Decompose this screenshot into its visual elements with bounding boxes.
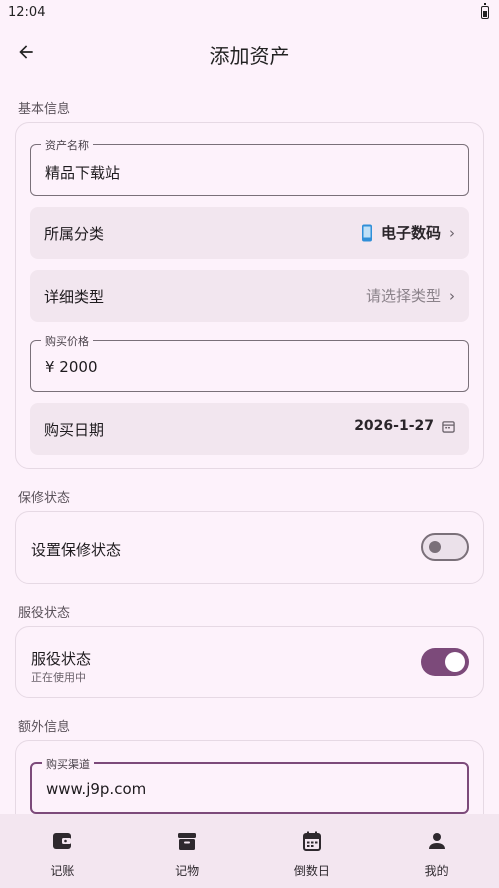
asset-name-value: 精品下载站 (45, 164, 121, 182)
service-card: 服役状态 正在使用中 (15, 626, 484, 698)
detail-type-row[interactable]: 详细类型 请选择类型 › (30, 270, 469, 322)
category-value: 电子数码 (380, 224, 441, 242)
warranty-switch-label: 设置保修状态 (31, 541, 122, 559)
purchase-date-value: 2026-1-27 (354, 418, 434, 434)
service-switch-label: 服役状态 (31, 650, 92, 668)
section-label-warranty: 保修状态 (18, 491, 71, 506)
detail-type-placeholder: 请选择类型 (365, 287, 441, 305)
calendar-icon (442, 420, 455, 433)
nav-label: 记物 (175, 864, 200, 878)
nav-item-profile[interactable]: 我的 (374, 814, 499, 888)
section-label-extra-info: 额外信息 (18, 720, 71, 735)
detail-type-label: 详细类型 (44, 288, 105, 306)
asset-name-label: 资产名称 (41, 137, 93, 153)
purchase-channel-label: 购买渠道 (42, 756, 94, 772)
person-icon (428, 833, 445, 849)
asset-name-field[interactable]: 资产名称 精品下载站 (30, 137, 469, 196)
purchase-channel-value: www.j9p.com (46, 780, 147, 798)
nav-label: 记账 (50, 864, 75, 878)
warranty-toggle[interactable] (421, 533, 469, 561)
status-bar: 12:04 (0, 0, 499, 24)
toggle-knob (445, 652, 465, 672)
wallet-icon (53, 833, 72, 849)
category-label: 所属分类 (44, 225, 105, 243)
purchase-date-row[interactable]: 购买日期 2026-1-27 (30, 403, 469, 455)
chevron-right-icon: › (449, 286, 455, 305)
smartphone-icon (361, 224, 372, 241)
nav-item-items[interactable]: 记物 (125, 814, 250, 888)
status-time: 12:04 (8, 4, 46, 20)
purchase-date-label: 购买日期 (44, 421, 105, 439)
bottom-navigation: 记账 记物 倒数日 我的 (0, 814, 499, 888)
price-label: 购买价格 (41, 333, 93, 349)
nav-item-bookkeeping[interactable]: 记账 (0, 814, 125, 888)
warranty-card: 设置保修状态 (15, 511, 484, 584)
nav-label: 倒数日 (293, 864, 330, 878)
archive-box-icon (178, 832, 197, 850)
section-label-service: 服役状态 (18, 606, 71, 621)
category-row[interactable]: 所属分类 电子数码 › (30, 207, 469, 259)
section-label-basic-info: 基本信息 (18, 102, 71, 117)
service-sub-label: 正在使用中 (31, 671, 86, 684)
page-title: 添加资产 (209, 44, 290, 68)
service-toggle[interactable] (421, 648, 469, 676)
toggle-knob (429, 541, 441, 553)
chevron-right-icon: › (449, 223, 455, 242)
price-value: ¥ 2000 (45, 358, 98, 376)
battery-icon (481, 2, 489, 19)
price-field[interactable]: 购买价格 ¥ 2000 (30, 333, 469, 392)
nav-item-countdown[interactable]: 倒数日 (250, 814, 375, 888)
nav-label: 我的 (424, 864, 449, 878)
app-bar: 添加资产 (0, 28, 499, 80)
purchase-channel-field[interactable]: 购买渠道 www.j9p.com (30, 756, 469, 814)
calendar-icon (302, 831, 321, 851)
